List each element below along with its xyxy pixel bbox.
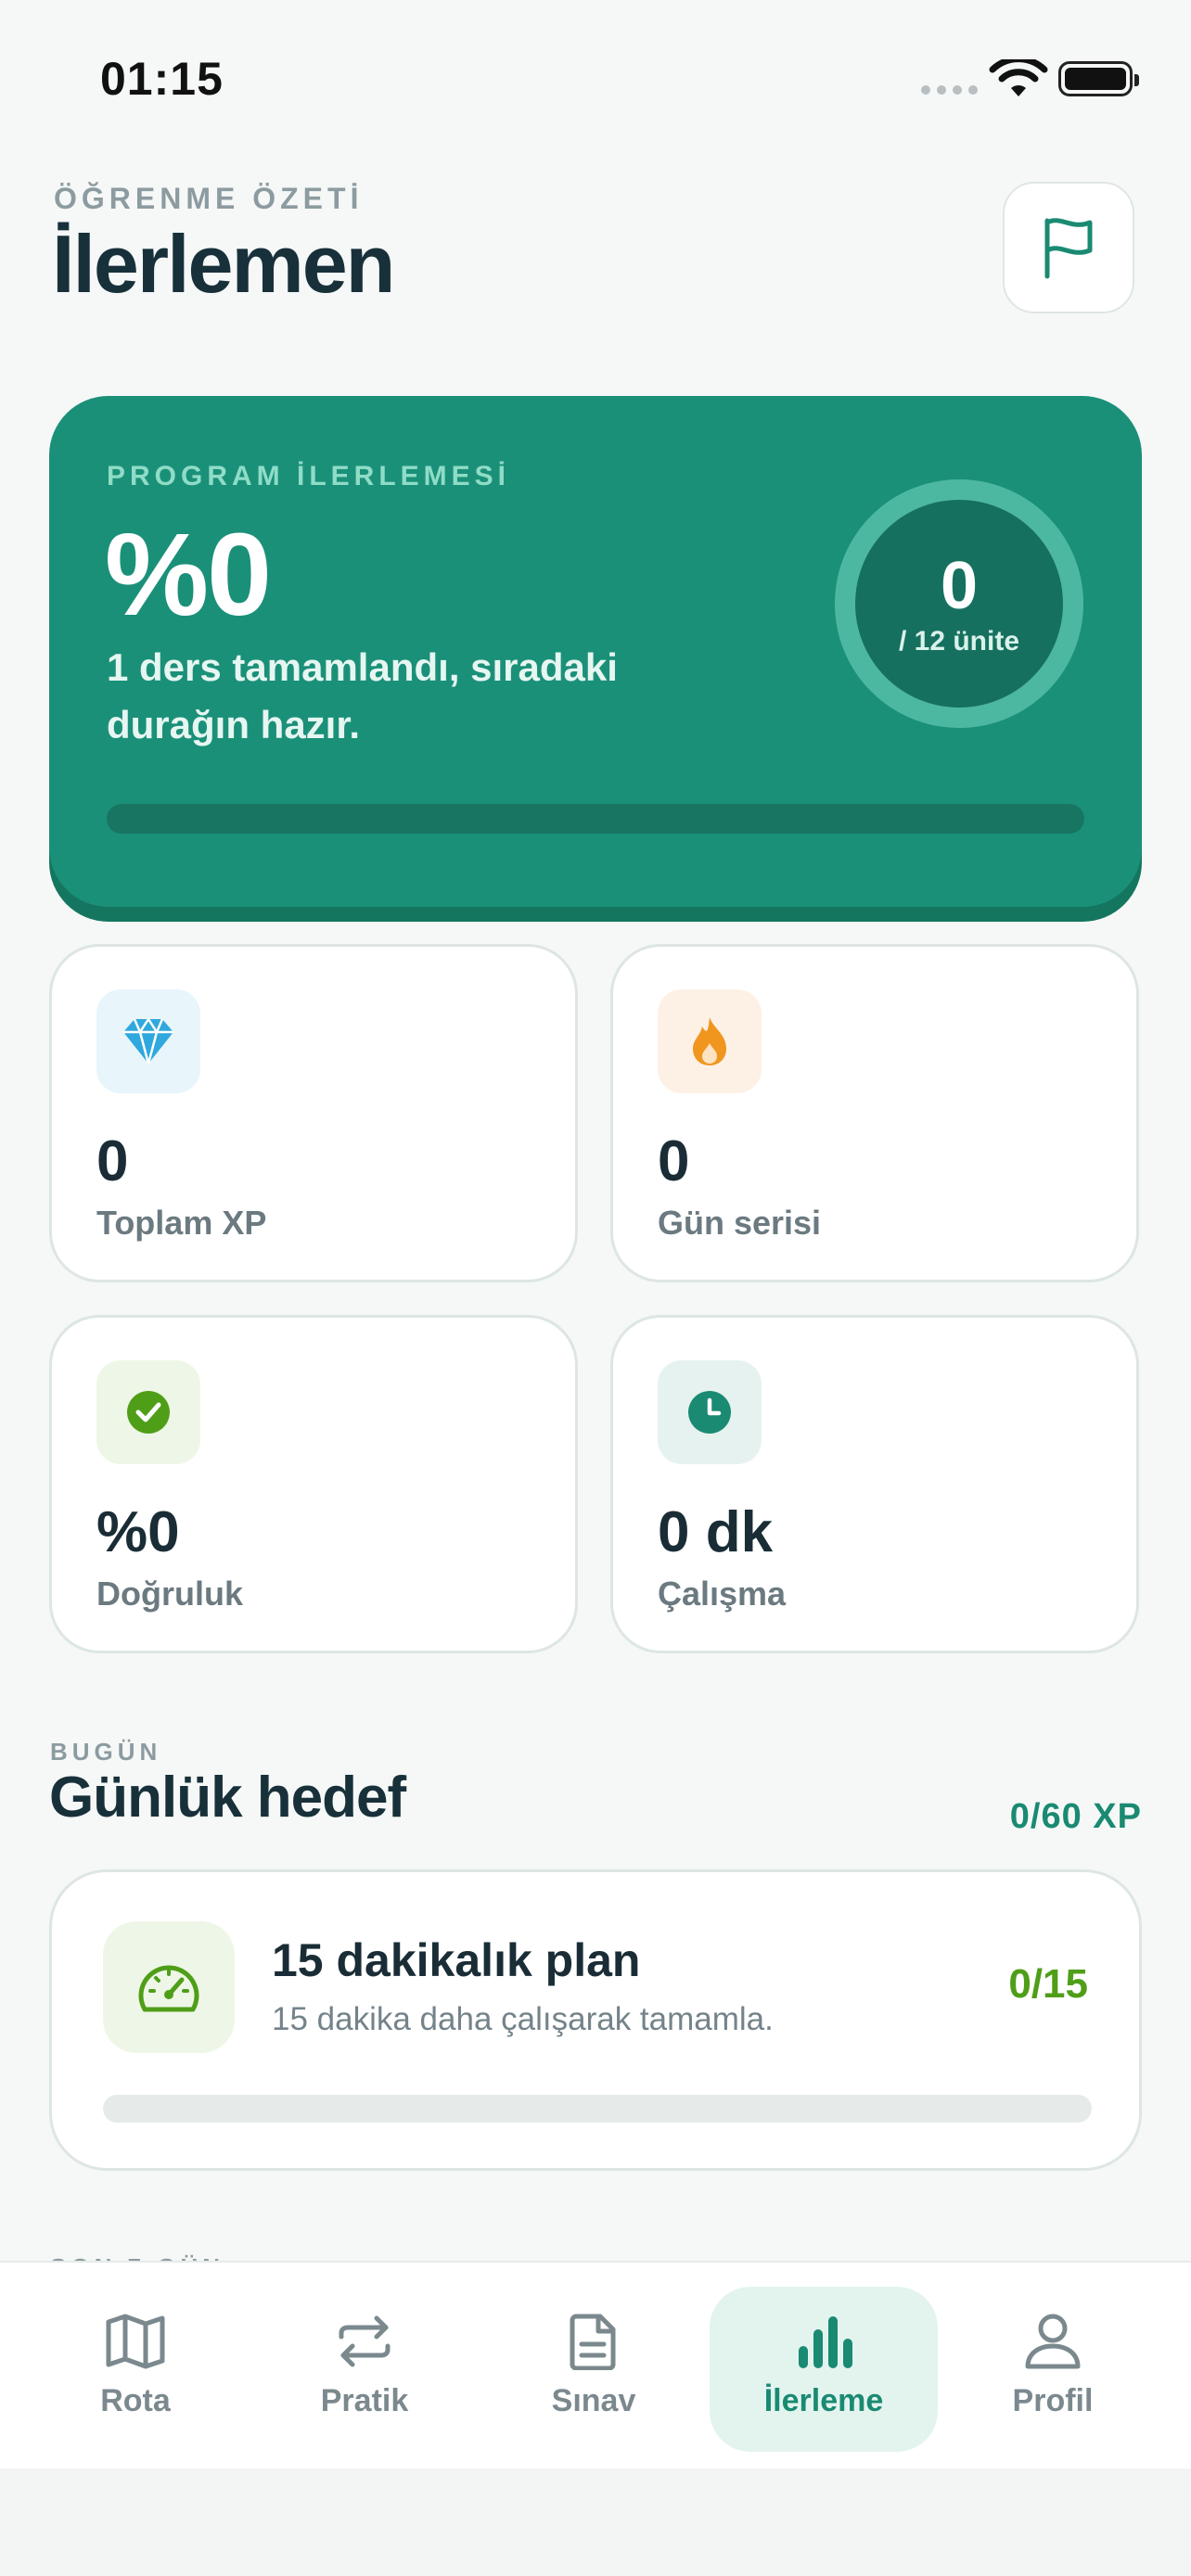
daily-plan-count: 0/15 <box>1008 1961 1088 2007</box>
stat-icon-box <box>658 1360 762 1464</box>
stat-icon-box <box>96 1360 200 1464</box>
flame-icon <box>693 1017 726 1065</box>
tab-pratik[interactable]: Pratik <box>250 2287 479 2452</box>
repeat-icon <box>339 2315 391 2367</box>
stat-icon-box <box>658 989 762 1093</box>
program-progress-description: 1 ders tamamlandı, sıradaki durağın hazı… <box>107 645 618 746</box>
wifi-icon <box>989 59 1048 96</box>
stat-value: 0 <box>96 1129 129 1193</box>
tab-rota[interactable]: Rota <box>21 2287 250 2452</box>
tab-label: Pratik <box>320 2383 409 2418</box>
daily-goal-eyebrow: BUGÜN <box>50 1738 162 1766</box>
daily-plan-progress-bar <box>103 2095 1092 2123</box>
stat-label: Çalışma <box>658 1575 787 1613</box>
unit-progress-value: 0 <box>940 549 979 623</box>
diamond-icon <box>123 1017 173 1065</box>
document-icon <box>570 2314 616 2370</box>
tab-label: Sınav <box>551 2383 636 2418</box>
battery-icon <box>1058 61 1139 96</box>
tab-sinav[interactable]: Sınav <box>480 2287 708 2452</box>
user-icon <box>1025 2314 1081 2369</box>
tab-label: İlerleme <box>763 2383 884 2418</box>
flag-icon <box>1044 218 1093 279</box>
tab-label: Rota <box>100 2383 171 2418</box>
speedometer-icon <box>138 1965 199 2012</box>
daily-plan-title: 15 dakikalık plan <box>272 1934 641 1986</box>
stat-card-streak[interactable]: 0 Gün serisi <box>610 944 1139 1282</box>
status-time: 01:15 <box>100 53 224 105</box>
map-icon <box>106 2314 165 2369</box>
program-progress-percent: %0 <box>105 509 272 640</box>
tab-profil[interactable]: Profil <box>939 2287 1167 2452</box>
stat-label: Toplam XP <box>96 1204 267 1242</box>
tab-bar: Rota Pratik Sınav İlerleme Profil <box>0 2261 1191 2468</box>
home-indicator-area <box>0 2468 1191 2576</box>
daily-goal-xp: 0/60 XP <box>1009 1797 1142 1836</box>
stat-card-study-time[interactable]: 0 dk Çalışma <box>610 1315 1139 1653</box>
program-progress-bar <box>107 804 1084 834</box>
page-title: İlerlemen <box>52 218 395 310</box>
cellular-signal-icon <box>921 85 978 95</box>
program-progress-card: PROGRAM İLERLEMESİ %0 1 ders tamamlandı,… <box>49 396 1142 907</box>
stat-value: 0 <box>658 1129 690 1193</box>
program-progress-eyebrow: PROGRAM İLERLEMESİ <box>107 461 511 491</box>
tab-ilerleme[interactable]: İlerleme <box>710 2287 938 2452</box>
stat-icon-box <box>96 989 200 1093</box>
daily-plan-card[interactable]: 15 dakikalık plan 15 dakika daha çalışar… <box>49 1869 1142 2171</box>
bar-chart-icon <box>799 2316 852 2368</box>
stat-label: Doğruluk <box>96 1575 243 1613</box>
daily-goal-title: Günlük hedef <box>49 1766 406 1830</box>
stat-label: Gün serisi <box>658 1204 822 1242</box>
status-bar: 01:15 <box>0 0 1191 158</box>
stat-value: %0 <box>96 1500 180 1564</box>
clock-icon <box>688 1391 731 1434</box>
daily-plan-description: 15 dakika daha çalışarak tamamla. <box>272 2001 774 2037</box>
stat-card-xp[interactable]: 0 Toplam XP <box>49 944 578 1282</box>
page-eyebrow: ÖĞRENME ÖZETİ <box>54 182 364 215</box>
unit-progress-ring: 0 / 12 ünite <box>835 479 1083 728</box>
daily-plan-icon-box <box>103 1921 235 2053</box>
unit-progress-caption: / 12 ünite <box>898 626 1020 657</box>
flag-button[interactable] <box>1003 182 1134 313</box>
check-circle-icon <box>127 1391 170 1434</box>
stat-card-accuracy[interactable]: %0 Doğruluk <box>49 1315 578 1653</box>
stat-value: 0 dk <box>658 1500 774 1564</box>
tab-label: Profil <box>1012 2383 1094 2418</box>
